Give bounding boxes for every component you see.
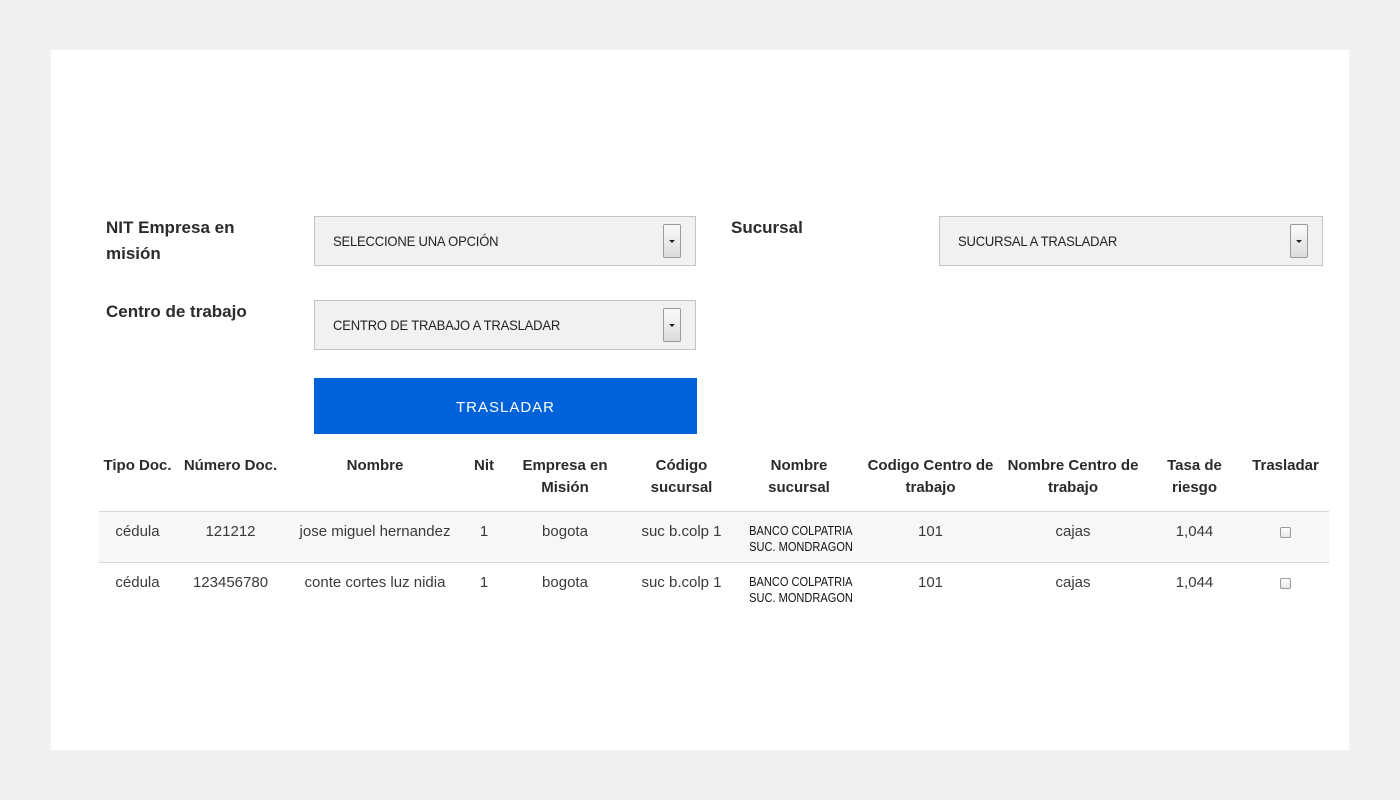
- column-header-trasladar: Trasladar: [1242, 449, 1329, 512]
- branch-name: BANCO COLPATRIA SUC. MONDRAGON: [749, 523, 853, 555]
- table-header-row: Tipo Doc. Número Doc. Nombre Nit Empresa…: [99, 449, 1329, 512]
- cell-nit: 1: [465, 562, 503, 614]
- branch-name-line1: BANCO COLPATRIA: [749, 574, 853, 589]
- sucursal-select[interactable]: SUCURSAL A TRASLADAR: [939, 216, 1323, 266]
- branch-name-line1: BANCO COLPATRIA: [749, 523, 853, 538]
- column-header-nombre-centro: Nombre Centro de trabajo: [999, 449, 1147, 512]
- cell-nombre: conte cortes luz nidia: [285, 562, 465, 614]
- sucursal-select-value: SUCURSAL A TRASLADAR: [958, 233, 1118, 249]
- cell-nombre-centro: cajas: [999, 562, 1147, 614]
- centro-trabajo-label: Centro de trabajo: [106, 302, 247, 321]
- cell-codigo-centro: 101: [862, 511, 999, 563]
- cell-codigo-sucursal: suc b.colp 1: [627, 562, 736, 614]
- cell-tipo-doc: cédula: [99, 562, 176, 614]
- column-header-codigo-centro: Codigo Centro de trabajo: [862, 449, 999, 512]
- cell-empresa: bogota: [503, 562, 627, 614]
- column-header-nit: Nit: [465, 449, 503, 512]
- branch-name: BANCO COLPATRIA SUC. MONDRAGON: [749, 574, 853, 606]
- transfer-form-card: NIT Empresa en misión SELECCIONE UNA OPC…: [51, 50, 1349, 750]
- cell-nombre-centro: cajas: [999, 511, 1147, 563]
- cell-codigo-centro: 101: [862, 562, 999, 614]
- column-header-empresa: Empresa en Misión: [503, 449, 627, 512]
- nit-empresa-select[interactable]: SELECCIONE UNA OPCIÓN: [314, 216, 696, 266]
- centro-trabajo-select[interactable]: CENTRO DE TRABAJO A TRASLADAR: [314, 300, 696, 350]
- chevron-down-icon[interactable]: [1290, 224, 1308, 258]
- cell-nombre-sucursal: BANCO COLPATRIA SUC. MONDRAGON: [736, 562, 862, 614]
- cell-tasa-riesgo: 1,044: [1147, 511, 1242, 563]
- cell-tasa-riesgo: 1,044: [1147, 562, 1242, 614]
- cell-numero-doc: 123456780: [176, 562, 285, 614]
- cell-nombre: jose miguel hernandez: [285, 511, 465, 563]
- sucursal-label: Sucursal: [731, 218, 803, 237]
- cell-numero-doc: 121212: [176, 511, 285, 563]
- column-header-nombre-sucursal: Nombre sucursal: [736, 449, 862, 512]
- table-row: cédula 121212 jose miguel hernandez 1 bo…: [99, 511, 1329, 563]
- column-header-nombre: Nombre: [285, 449, 465, 512]
- cell-trasladar: [1242, 562, 1329, 614]
- column-header-numero-doc: Número Doc.: [176, 449, 285, 512]
- chevron-down-icon[interactable]: [663, 224, 681, 258]
- chevron-down-icon[interactable]: [663, 308, 681, 342]
- cell-codigo-sucursal: suc b.colp 1: [627, 511, 736, 563]
- cell-nit: 1: [465, 511, 503, 563]
- centro-trabajo-select-value: CENTRO DE TRABAJO A TRASLADAR: [333, 317, 561, 333]
- nit-empresa-label: NIT Empresa en misión: [106, 218, 235, 263]
- employees-table: Tipo Doc. Número Doc. Nombre Nit Empresa…: [99, 449, 1329, 614]
- cell-empresa: bogota: [503, 511, 627, 563]
- column-header-tipo-doc: Tipo Doc.: [99, 449, 176, 512]
- cell-nombre-sucursal: BANCO COLPATRIA SUC. MONDRAGON: [736, 511, 862, 563]
- trasladar-checkbox[interactable]: [1280, 527, 1291, 538]
- table-row: cédula 123456780 conte cortes luz nidia …: [99, 562, 1329, 614]
- branch-name-line2: SUC. MONDRAGON: [749, 590, 853, 605]
- trasladar-button[interactable]: TRASLADAR: [314, 378, 697, 434]
- cell-trasladar: [1242, 511, 1329, 563]
- cell-tipo-doc: cédula: [99, 511, 176, 563]
- column-header-codigo-sucursal: Código sucursal: [627, 449, 736, 512]
- branch-name-line2: SUC. MONDRAGON: [749, 539, 853, 554]
- trasladar-checkbox[interactable]: [1280, 578, 1291, 589]
- column-header-tasa-riesgo: Tasa de riesgo: [1147, 449, 1242, 512]
- nit-empresa-select-value: SELECCIONE UNA OPCIÓN: [333, 233, 499, 249]
